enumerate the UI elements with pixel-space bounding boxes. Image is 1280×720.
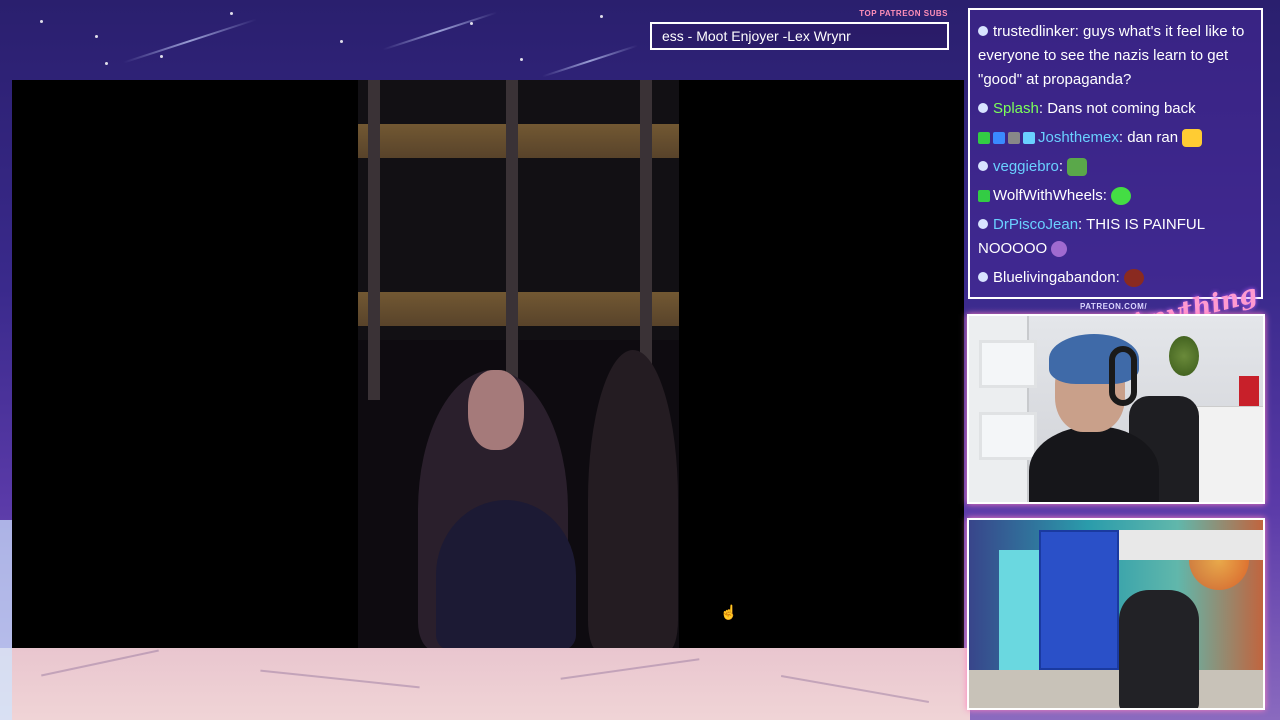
video-light-beam bbox=[358, 124, 679, 158]
chat-message: WolfWithWheels: bbox=[978, 184, 1253, 208]
red-emote-icon bbox=[1123, 269, 1144, 288]
chat-message: DrPiscoJean: THIS IS PAINFUL NOOOOO bbox=[978, 216, 1205, 258]
room-counter bbox=[1119, 530, 1263, 560]
chat-bullet-icon bbox=[978, 161, 988, 172]
stack-badge-icon bbox=[1023, 132, 1035, 145]
video-person-man bbox=[588, 350, 678, 648]
left-splash-graphic bbox=[0, 520, 12, 720]
chat-username[interactable]: Bluelivingabandon bbox=[993, 269, 1116, 286]
chat-bullet-icon bbox=[978, 26, 988, 37]
chat-bullet-icon bbox=[978, 103, 988, 114]
chat-message: trustedlinker: guys what's it feel like … bbox=[978, 23, 1245, 88]
video-player[interactable]: ☝ bbox=[12, 80, 964, 648]
chat-username[interactable]: Splash bbox=[993, 100, 1039, 117]
room-chair bbox=[1119, 590, 1199, 708]
chat-username[interactable]: veggiebro bbox=[993, 158, 1059, 175]
green-emote-icon bbox=[1110, 187, 1131, 206]
chat-message: Splash: Dans not coming back bbox=[978, 97, 1253, 121]
video-person-dress bbox=[436, 500, 576, 648]
chat-username[interactable]: WolfWithWheels bbox=[993, 187, 1103, 204]
room-shelf bbox=[1039, 530, 1119, 670]
chat-username[interactable]: Joshthemex bbox=[1038, 129, 1119, 146]
chat-message: Joshthemex: dan ran bbox=[978, 126, 1253, 150]
webcam-face bbox=[967, 314, 1265, 504]
green-k-badge-icon bbox=[978, 190, 990, 203]
hand-cursor-icon: ☝ bbox=[720, 604, 738, 620]
cam-cabinet bbox=[1189, 406, 1263, 502]
chat-username[interactable]: DrPiscoJean bbox=[993, 216, 1078, 233]
chat-bullet-icon bbox=[978, 219, 988, 230]
top-subs-label: TOP PATREON SUBS bbox=[859, 9, 948, 18]
subs-ticker: ess - Moot Enjoyer -Lex Wrynr bbox=[650, 22, 949, 50]
webcam-room bbox=[967, 518, 1265, 710]
pepe-emote-icon bbox=[1067, 158, 1088, 177]
chat-text: Dans not coming back bbox=[1047, 100, 1196, 117]
chat-panel[interactable]: trustedlinker: guys what's it feel like … bbox=[968, 8, 1263, 299]
chat-message: veggiebro: bbox=[978, 155, 1253, 179]
chat-text: dan ran bbox=[1127, 129, 1179, 146]
chat-bullet-icon bbox=[978, 272, 988, 283]
green-k-badge-icon bbox=[978, 132, 990, 145]
video-person-face bbox=[468, 370, 524, 450]
yellow-emote-icon bbox=[1182, 129, 1203, 148]
video-post bbox=[506, 80, 518, 400]
video-post bbox=[368, 80, 380, 400]
blue-badge-icon bbox=[993, 132, 1005, 145]
purple-emote-icon bbox=[1051, 241, 1068, 258]
chat-message: Bluelivingabandon: bbox=[978, 266, 1253, 290]
room-fridge bbox=[999, 550, 1039, 670]
chat-username[interactable]: trustedlinker bbox=[993, 23, 1075, 40]
gray-badge-icon bbox=[1008, 132, 1020, 145]
headphones-icon bbox=[1109, 346, 1137, 406]
floor-graphic bbox=[0, 648, 970, 720]
cam-plant bbox=[1169, 336, 1199, 376]
video-light-beam bbox=[358, 292, 679, 326]
video-frame[interactable] bbox=[358, 80, 679, 648]
